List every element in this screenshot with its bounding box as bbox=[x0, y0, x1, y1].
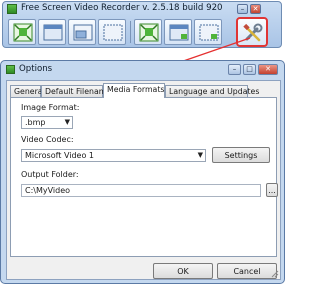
media-formats-panel: Image Format: .bmp ▼ Video Codec: Micros… bbox=[10, 97, 278, 257]
close-icon[interactable]: ✕ bbox=[258, 64, 278, 75]
video-codec-value: Microsoft Video 1 bbox=[25, 151, 94, 160]
chevron-down-icon: ▼ bbox=[197, 151, 203, 159]
resize-grip-icon[interactable] bbox=[271, 270, 279, 278]
dialog-body: General Default Filename Media Formats L… bbox=[6, 80, 281, 280]
cancel-button[interactable]: Cancel bbox=[217, 263, 277, 279]
tab-language-and-updates[interactable]: Language and Updates bbox=[165, 85, 259, 97]
image-format-label: Image Format: bbox=[21, 103, 80, 112]
ok-button-label: OK bbox=[177, 266, 189, 276]
app-icon bbox=[6, 65, 15, 74]
tab-default-filename[interactable]: Default Filename bbox=[41, 85, 111, 97]
maximize-icon[interactable]: □ bbox=[243, 64, 256, 75]
dialog-titlebar[interactable]: Options – □ ✕ bbox=[1, 61, 284, 78]
codec-settings-button[interactable]: Settings bbox=[212, 147, 270, 163]
browse-folder-button[interactable]: ... bbox=[266, 183, 278, 197]
minimize-icon[interactable]: – bbox=[228, 64, 241, 75]
output-folder-label: Output Folder: bbox=[21, 170, 79, 179]
ok-button[interactable]: OK bbox=[153, 263, 213, 279]
video-codec-select[interactable]: Microsoft Video 1 ▼ bbox=[21, 149, 206, 162]
dialog-title: Options bbox=[19, 64, 53, 74]
video-codec-label: Video Codec: bbox=[21, 135, 74, 144]
image-format-select[interactable]: .bmp ▼ bbox=[21, 116, 73, 129]
tab-media-formats[interactable]: Media Formats bbox=[103, 83, 165, 98]
chevron-down-icon: ▼ bbox=[64, 118, 70, 126]
image-format-value: .bmp bbox=[25, 118, 46, 127]
tab-general[interactable]: General bbox=[10, 85, 45, 97]
options-dialog: Options – □ ✕ General Default Filename M… bbox=[0, 60, 285, 284]
output-folder-field[interactable]: C:\MyVideo bbox=[21, 184, 261, 197]
